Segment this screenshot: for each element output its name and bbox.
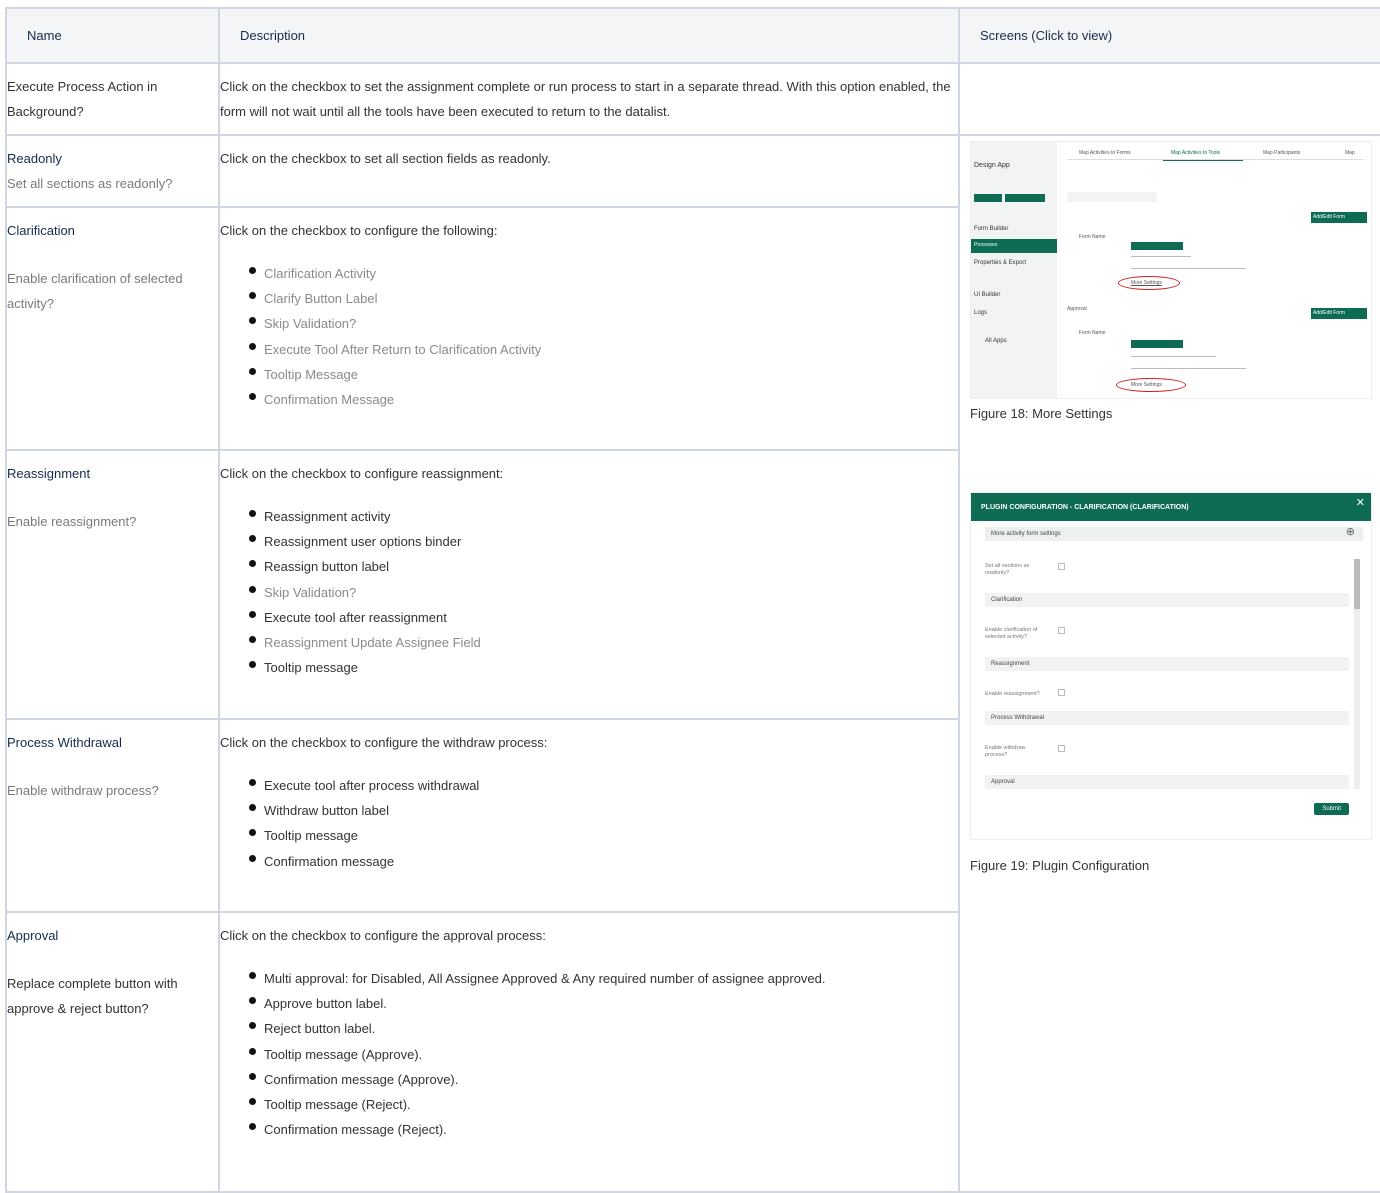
row-name: Execute Process Action in Background? — [7, 79, 158, 119]
list-item: Tooltip Message — [249, 362, 958, 387]
readonly-checkbox[interactable] — [1058, 563, 1065, 570]
figure-18-caption: Figure 18: More Settings — [970, 406, 1113, 421]
submit-button[interactable]: Submit — [1314, 803, 1349, 815]
field-withdraw-label: Enable withdraw process? — [985, 745, 1026, 758]
row-description: Click on the checkbox to set all section… — [220, 151, 551, 166]
close-icon[interactable]: ✕ — [1356, 496, 1365, 509]
field-clarification-label: Enable clarification of selected activit… — [985, 627, 1038, 640]
list-item: Execute Tool After Return to Clarificati… — [249, 337, 958, 362]
section-withdrawal: Process Withdrawal — [985, 711, 1349, 725]
sidebar-item-all-apps[interactable]: All Apps — [985, 338, 1007, 344]
row-sub: Replace complete button with approve & r… — [7, 976, 178, 1016]
row-name: Clarification — [7, 223, 75, 238]
more-settings-screenshot[interactable]: Design App Form Builder Processes Proper… — [970, 141, 1372, 399]
list-item: Tooltip message (Approve). — [249, 1042, 958, 1067]
plugin-configuration-screenshot[interactable]: PLUGIN CONFIGURATION - CLARIFICATION (CL… — [970, 492, 1372, 840]
dialog-title: PLUGIN CONFIGURATION - CLARIFICATION (CL… — [981, 504, 1189, 511]
row-name: Reassignment — [7, 466, 91, 481]
row-description: Click on the checkbox to configure reass… — [220, 466, 504, 481]
list-item: Reassign button label — [249, 554, 958, 579]
field-reassignment-label: Enable reassignment? — [985, 691, 1040, 697]
approval-label: Approval — [1067, 306, 1087, 312]
option-list: Reassignment activity Reassignment user … — [220, 504, 958, 680]
sidebar-item-ui-builder[interactable]: UI Builder — [974, 292, 1000, 298]
sidebar-item-processes[interactable]: Processes — [971, 239, 1057, 253]
scrollbar[interactable] — [1354, 559, 1360, 789]
clarification-checkbox[interactable] — [1058, 627, 1065, 634]
list-item: Reject button label. — [249, 1016, 958, 1041]
form-name-label-2: Form Name — [1079, 330, 1106, 336]
option-list: Clarification Activity Clarify Button La… — [220, 261, 958, 412]
list-item: Confirmation message — [249, 849, 958, 874]
row-name: Process Withdrawal — [7, 735, 122, 750]
list-item: Clarification Activity — [249, 261, 958, 286]
sidebar-item-properties[interactable]: Properties & Export — [974, 260, 1026, 266]
tab-tools[interactable]: Map Activities to Tools — [1171, 150, 1220, 156]
row-sub: Enable reassignment? — [7, 514, 137, 529]
table-row: Readonly Set all sections as readonly? C… — [5, 134, 1380, 1193]
header-screens: Screens (Click to view) — [958, 7, 1380, 64]
section-approval: Approval — [985, 775, 1349, 789]
withdraw-checkbox[interactable] — [1058, 745, 1065, 752]
option-list: Execute tool after process withdrawal Wi… — [220, 773, 958, 874]
field-readonly-label: Set all sections as readonly? — [985, 563, 1030, 576]
settings-table: Name Description Screens (Click to view)… — [5, 7, 1380, 1193]
tab-forms[interactable]: Map Activities to Forms — [1079, 150, 1131, 156]
table-row: Execute Process Action in Background? Cl… — [5, 62, 1380, 136]
list-item: Confirmation message (Approve). — [249, 1067, 958, 1092]
row-sub: Enable withdraw process? — [7, 783, 159, 798]
tab-participants[interactable]: Map Participants — [1263, 150, 1300, 156]
row-name: Readonly — [7, 151, 62, 166]
list-item: Skip Validation? — [249, 311, 958, 336]
header-name: Name — [5, 7, 220, 64]
list-item: Reassignment user options binder — [249, 529, 958, 554]
header-row: Name Description Screens (Click to view) — [5, 7, 1380, 64]
row-description: Click on the checkbox to configure the f… — [220, 223, 498, 238]
list-item: Approve button label. — [249, 991, 958, 1016]
section-clarification: Clarification — [985, 593, 1349, 607]
form-name-label: Form Name — [1079, 234, 1106, 240]
list-item: Tooltip message — [249, 655, 958, 680]
expand-icon[interactable]: ⊕ — [1346, 525, 1355, 538]
list-item: Confirmation Message — [249, 387, 958, 412]
tab-map[interactable]: Map — [1345, 150, 1355, 156]
header-description: Description — [218, 7, 960, 64]
sidebar-item-form-builder[interactable]: Form Builder — [974, 226, 1008, 232]
figure-19-caption: Figure 19: Plugin Configuration — [970, 858, 1150, 873]
row-description: Click on the checkbox to set the assignm… — [220, 79, 951, 119]
row-sub: Set all sections as readonly? — [7, 176, 173, 191]
option-list: Multi approval: for Disabled, All Assign… — [220, 966, 958, 1142]
list-item: Reassignment Update Assignee Field — [249, 630, 958, 655]
reassignment-checkbox[interactable] — [1058, 689, 1065, 696]
row-description: Click on the checkbox to configure the a… — [220, 928, 546, 943]
section-header: More activity form settings — [985, 527, 1363, 541]
list-item: Withdraw button label — [249, 798, 958, 823]
row-name: Approval — [7, 928, 59, 943]
list-item: Tooltip message — [249, 823, 958, 848]
list-item: Skip Validation? — [249, 580, 958, 605]
screens-cell: Design App Form Builder Processes Proper… — [958, 134, 1380, 1193]
list-item: Clarify Button Label — [249, 286, 958, 311]
app-title: Design App — [974, 162, 1010, 169]
list-item: Tooltip message (Reject). — [249, 1092, 958, 1117]
sidebar-item-logs[interactable]: Logs — [974, 310, 987, 316]
list-item: Multi approval: for Disabled, All Assign… — [249, 966, 958, 991]
add-edit-form-button[interactable]: Add/Edit Form — [1311, 212, 1367, 223]
add-edit-form-button-2[interactable]: Add/Edit Form — [1311, 308, 1367, 319]
sidebar: Design App Form Builder Processes Proper… — [971, 142, 1057, 398]
list-item: Execute tool after reassignment — [249, 605, 958, 630]
list-item: Reassignment activity — [249, 504, 958, 529]
section-reassignment: Reassignment — [985, 657, 1349, 671]
row-sub: Enable clarification of selected activit… — [7, 271, 183, 311]
list-item: Execute tool after process withdrawal — [249, 773, 958, 798]
row-description: Click on the checkbox to configure the w… — [220, 735, 548, 750]
dialog-titlebar: PLUGIN CONFIGURATION - CLARIFICATION (CL… — [971, 493, 1371, 521]
list-item: Confirmation message (Reject). — [249, 1117, 958, 1142]
